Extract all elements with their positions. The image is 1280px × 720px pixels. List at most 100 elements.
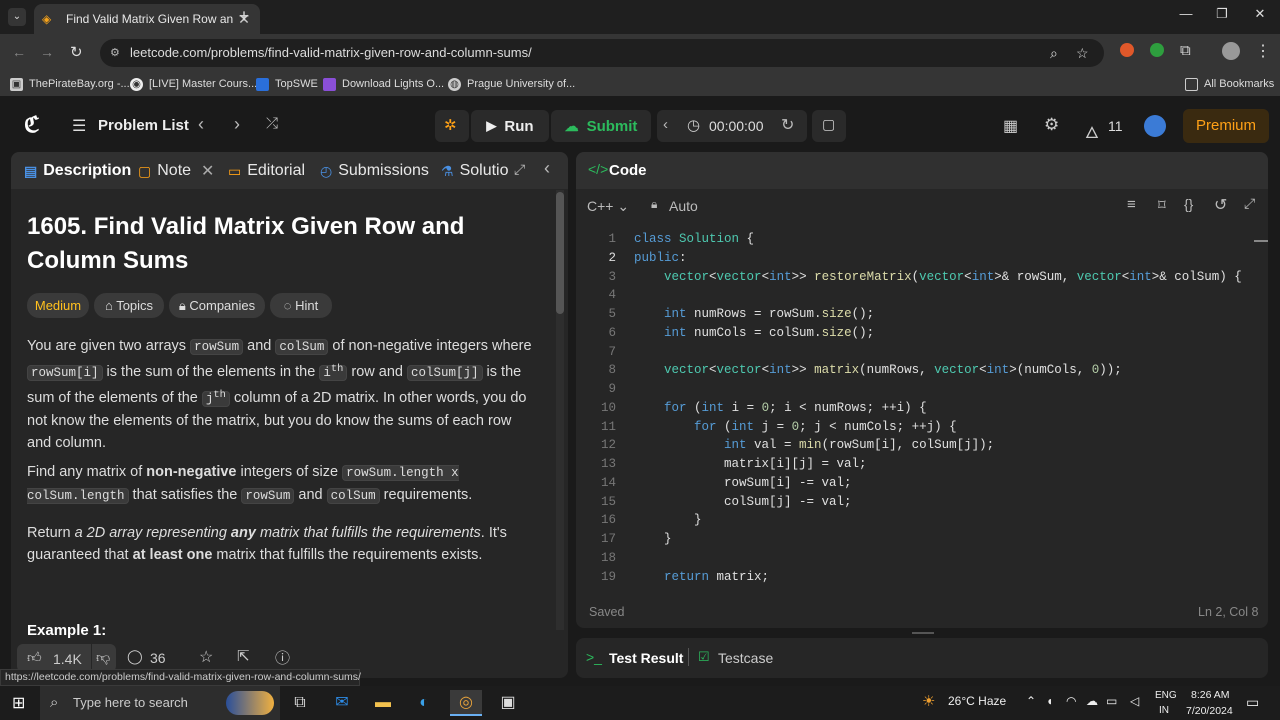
difficulty-badge[interactable]: Medium — [27, 293, 89, 318]
bookmark-item[interactable]: Download Lights O... — [323, 76, 444, 92]
fullscreen-icon[interactable]: ⤢ — [1244, 195, 1255, 212]
auto-mode[interactable]: Auto — [669, 198, 698, 214]
extension-icon[interactable] — [1120, 43, 1134, 57]
debug-button[interactable]: ✲ — [435, 110, 469, 142]
language-indicator-bottom[interactable]: IN — [1159, 705, 1169, 716]
taskbar-search[interactable]: ⌕ Type here to search — [40, 686, 280, 720]
help-icon[interactable]: ⓘ — [275, 647, 290, 668]
bookmark-item[interactable]: ▣ ThePirateBay.org -... — [10, 76, 130, 92]
reset-timer-icon[interactable]: ↻ — [781, 115, 794, 135]
braces-icon[interactable]: {} — [1184, 196, 1193, 212]
extensions-puzzle-icon[interactable]: ⧉ — [1180, 42, 1191, 59]
show-hidden-icons[interactable]: ⌃ — [1026, 694, 1036, 708]
share-icon[interactable]: ⇱ — [237, 647, 250, 665]
tab-editorial[interactable]: ▭ Editorial — [228, 161, 305, 181]
notes-button[interactable]: ▢ — [812, 110, 846, 142]
maximize-button[interactable]: ❐ — [1210, 6, 1234, 26]
reset-code-icon[interactable]: ↺ — [1214, 195, 1227, 215]
reload-icon[interactable]: ↻ — [70, 43, 83, 61]
topics-chip[interactable]: ⌂ Topics — [94, 293, 164, 318]
network-icon[interactable]: ◖ — [1046, 694, 1053, 708]
language-select[interactable]: C++ ⌄ — [587, 198, 629, 215]
battery-icon[interactable]: ▭ — [1106, 694, 1117, 708]
checkbox-icon: ☑ — [698, 649, 710, 664]
mail-icon[interactable]: ✉ — [326, 690, 358, 716]
tab-submissions[interactable]: ◴ Submissions — [320, 161, 429, 181]
extension-green-icon[interactable] — [1150, 43, 1164, 57]
edge-browser-icon[interactable]: ◐ — [408, 690, 440, 716]
address-bar[interactable]: ⚙ leetcode.com/problems/find-valid-matri… — [100, 39, 1104, 67]
browser-tab-active[interactable]: ◈ Find Valid Matrix Given Row an ✕ — [34, 4, 260, 34]
code-line: vector<vector<int>> matrix(numRows, vect… — [664, 363, 1122, 378]
comment-icon[interactable]: ◯ — [127, 648, 143, 665]
settings-gear-icon[interactable]: ⚙ — [1044, 115, 1059, 135]
code-editor[interactable]: class Solution { public: vector<vector<i… — [634, 230, 1254, 586]
cloud-upload-icon: ☁ — [564, 117, 579, 134]
windows-start-icon[interactable]: ⊞ — [12, 693, 25, 713]
file-explorer-icon[interactable]: ▬ — [367, 690, 399, 716]
cloud-icon[interactable]: ☁ — [1086, 694, 1098, 708]
chrome-browser-icon[interactable]: ◎ — [450, 690, 482, 716]
bookmark-star-icon[interactable]: ☆ — [1076, 39, 1089, 67]
run-button[interactable]: ▶ Run — [471, 110, 549, 142]
shuffle-icon[interactable]: ⤮ — [266, 115, 278, 132]
prev-problem-icon[interactable]: ‹ — [198, 114, 204, 135]
thumbs-down-icon: 👎︎ — [96, 649, 111, 665]
tab-testcase[interactable]: Testcase — [718, 650, 773, 666]
volume-icon[interactable]: ◁ — [1130, 694, 1139, 708]
leetcode-logo-icon[interactable]: ℭ — [24, 112, 39, 138]
task-view-icon[interactable]: ⧉ — [284, 690, 316, 716]
maximize-panel-icon[interactable]: ⤢ — [514, 161, 525, 178]
bookmark-item[interactable]: ◉ [LIVE] Master Cours... — [130, 76, 257, 92]
clock-date[interactable]: 7/20/2024 — [1186, 705, 1233, 717]
submit-button[interactable]: ☁ Submit — [551, 110, 651, 142]
new-tab-button[interactable]: + — [235, 6, 253, 26]
bookmark-item[interactable]: ◍ Prague University of... — [448, 76, 575, 92]
globe-icon: ◍ — [448, 77, 461, 91]
back-icon[interactable]: ← — [12, 44, 26, 60]
code-line: public: — [634, 250, 687, 265]
streak-flame-icon[interactable]: 🜂 — [1085, 115, 1099, 148]
close-note-icon[interactable]: ✕ — [201, 161, 214, 181]
user-avatar[interactable] — [1144, 115, 1166, 137]
next-problem-icon[interactable]: › — [234, 114, 240, 135]
site-info-icon[interactable]: ⚙ — [110, 39, 120, 67]
description-scroll-thumb[interactable] — [556, 192, 564, 314]
weather-text[interactable]: 26°C Haze — [948, 694, 1006, 708]
all-bookmarks[interactable]: All Bookmarks — [1185, 76, 1274, 92]
like-button[interactable]: 👍︎ 1.4K — [17, 644, 91, 672]
problem-list-link[interactable]: Problem List — [98, 117, 189, 134]
hint-chip[interactable]: ◌ Hint — [270, 293, 332, 318]
companies-chip[interactable]: 🔒︎ Companies — [169, 293, 265, 318]
notifications-icon[interactable]: ▭ — [1246, 694, 1259, 711]
zoom-search-icon[interactable]: ⌕ — [1050, 39, 1058, 67]
collapse-panel-icon[interactable]: ‹ — [544, 158, 550, 179]
stopwatch-icon[interactable]: ◷ — [687, 116, 700, 134]
terminal-app-icon[interactable]: ▣ — [492, 690, 524, 716]
layout-grid-icon[interactable]: ▦ — [1003, 116, 1018, 136]
close-window-button[interactable]: ✕ — [1248, 6, 1272, 26]
dislike-button[interactable]: 👎︎ — [92, 644, 116, 672]
tab-solutions[interactable]: ⚗ Solutio — [441, 161, 508, 181]
collapse-timer-icon[interactable]: ‹ — [663, 116, 668, 133]
bookmark-icon[interactable]: ⌑ — [1158, 196, 1166, 214]
profile-avatar[interactable] — [1222, 42, 1240, 60]
tab-note[interactable]: ▢ Note ✕ — [138, 161, 214, 181]
line-number: 14 — [600, 475, 616, 490]
resize-handle[interactable] — [912, 632, 934, 634]
format-icon[interactable]: ≡ — [1127, 196, 1136, 213]
wifi-icon[interactable]: ◠ — [1066, 694, 1076, 708]
bookmark-item[interactable]: TopSWE — [256, 76, 318, 92]
tab-description[interactable]: ▤ Description — [24, 161, 131, 181]
favorite-star-icon[interactable]: ☆ — [199, 647, 213, 667]
tab-search-button[interactable]: ⌄ — [8, 8, 26, 26]
weather-icon[interactable]: ☀ — [922, 692, 935, 710]
premium-button[interactable]: Premium — [1183, 109, 1269, 143]
tab-test-result[interactable]: Test Result — [609, 650, 683, 666]
language-indicator-top[interactable]: ENG — [1155, 690, 1177, 701]
code-line: return matrix; — [664, 569, 770, 584]
forward-icon[interactable]: → — [40, 44, 54, 60]
clock-time[interactable]: 8:26 AM — [1191, 689, 1230, 701]
menu-kebab-icon[interactable]: ⋮ — [1255, 41, 1271, 61]
minimize-button[interactable]: — — [1174, 6, 1198, 26]
